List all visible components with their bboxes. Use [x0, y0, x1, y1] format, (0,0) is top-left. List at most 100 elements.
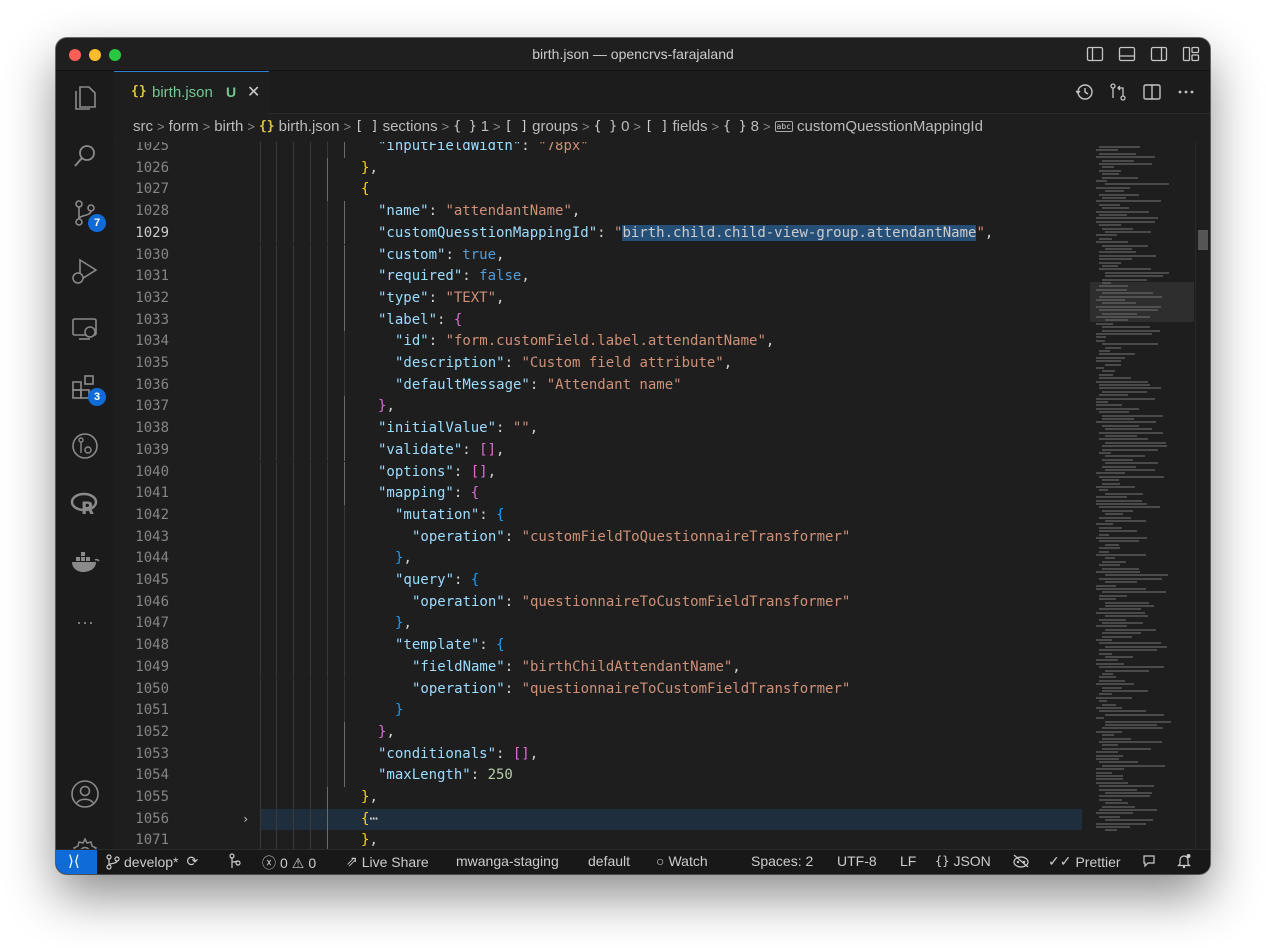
sync-icon[interactable]: ⟳ — [187, 853, 199, 870]
breadcrumb-label: 1 — [480, 118, 490, 135]
code-editor[interactable]: 1025 "inputFieldWidth": "78px" 1026}, 1027{… — [114, 142, 1082, 850]
breadcrumb-item[interactable]: {} birth.json — [259, 118, 340, 135]
vertical-scrollbar[interactable] — [1195, 142, 1210, 850]
toggle-secondary-sidebar-icon[interactable] — [1150, 45, 1168, 63]
code-line[interactable]: 1050 "operation": "questionnaireToCustomF… — [114, 678, 1082, 701]
code-line[interactable]: 1045 "query": { — [114, 570, 1082, 592]
remote-indicator[interactable]: ⟩⟨ — [56, 850, 97, 874]
close-tab-icon[interactable]: ✕ — [247, 82, 260, 102]
code-line[interactable]: 1037}, — [114, 396, 1082, 419]
docker-icon[interactable] — [70, 547, 100, 577]
code-line[interactable]: 1043 "operation": "customFieldToQuestionn… — [114, 526, 1082, 549]
indent-guide — [293, 656, 294, 679]
kube-namespace[interactable]: default — [588, 853, 630, 869]
code-line[interactable]: 1038 "initialValue": "", — [114, 418, 1082, 440]
language-mode[interactable]: {} JSON — [935, 853, 991, 869]
open-changes-icon[interactable] — [1108, 82, 1128, 102]
remote-explorer-icon[interactable] — [70, 314, 100, 344]
code-line[interactable]: 1026}, — [114, 157, 1082, 180]
symbol-icon: [ ] — [645, 119, 669, 134]
code-line[interactable]: 1052}, — [114, 721, 1082, 744]
branch-indicator[interactable]: develop* ⟳ — [106, 853, 198, 870]
code-token: : — [504, 528, 522, 545]
watch-button[interactable]: ○ Watch — [656, 853, 708, 869]
indent-guide — [293, 244, 294, 267]
code-line[interactable]: 1048 "template": { — [114, 635, 1082, 657]
tab-birth-json[interactable]: {} birth.json U ✕ — [114, 71, 269, 114]
code-line[interactable]: 1028 "name": "attendantName", — [114, 201, 1082, 223]
indentation-indicator[interactable]: Spaces: 2 — [751, 853, 813, 869]
explorer-icon[interactable] — [70, 83, 100, 113]
accounts-icon[interactable] — [70, 779, 100, 809]
minimap-line — [1102, 764, 1165, 767]
toggle-panel-icon[interactable] — [1118, 45, 1136, 63]
breadcrumb-item[interactable]: { } 0 — [594, 118, 630, 135]
indent-guide — [327, 830, 328, 850]
breadcrumb-item[interactable]: abc customQuesstionMappingId — [774, 118, 983, 135]
kube-context[interactable]: mwanga-staging — [456, 853, 559, 869]
code-line[interactable]: 1035 "description": "Custom field attribu… — [114, 353, 1082, 375]
minimap[interactable] — [1090, 142, 1194, 850]
breadcrumb-item[interactable]: { } 8 — [723, 118, 759, 135]
code-line[interactable]: 1044}, — [114, 548, 1082, 570]
scrollbar-thumb[interactable] — [1198, 230, 1208, 250]
code-line[interactable]: 1040 "options": [], — [114, 461, 1082, 484]
code-line[interactable]: 1032 "type": "TEXT", — [114, 287, 1082, 310]
run-debug-icon[interactable] — [70, 256, 100, 286]
code-line[interactable]: 1027 { — [114, 179, 1082, 202]
title-bar: birth.json — opencrvs-farajaland — [56, 38, 1210, 71]
code-line[interactable]: 1046 "operation": "questionnaireToCustomF… — [114, 591, 1082, 614]
search-icon[interactable] — [70, 141, 100, 171]
toggle-primary-sidebar-icon[interactable] — [1086, 45, 1104, 63]
breadcrumb-item[interactable]: { } 1 — [453, 118, 489, 135]
code-line[interactable]: 1034 "id": "form.customField.label.attend… — [114, 331, 1082, 353]
code-line[interactable]: 1033 "label": { — [114, 309, 1082, 332]
code-line[interactable]: 1047}, — [114, 613, 1082, 636]
more-actions-icon[interactable] — [1176, 82, 1196, 102]
r-language-icon[interactable]: R — [70, 489, 100, 519]
problems-indicator[interactable]: ⓧ 0 ⚠ 0 — [262, 853, 316, 873]
code-line[interactable]: 1051} — [114, 700, 1082, 722]
breadcrumb-item[interactable]: [ ] fields — [645, 118, 708, 135]
breadcrumb-item[interactable]: form — [169, 118, 199, 135]
code-text: }, — [395, 548, 412, 570]
breadcrumb-item[interactable]: birth — [214, 118, 243, 135]
minimap-line — [1096, 472, 1126, 475]
eol-indicator[interactable]: LF — [900, 853, 916, 869]
breadcrumb-item[interactable]: [ ] groups — [505, 118, 578, 135]
code-line[interactable]: 1039 "validate": [], — [114, 439, 1082, 462]
timeline-history-icon[interactable] — [1074, 82, 1094, 102]
live-share-button[interactable]: ⇗ Live Share — [346, 853, 429, 870]
code-line[interactable]: 1071}, — [114, 830, 1082, 850]
code-line[interactable]: 1036 "defaultMessage": "Attendant name" — [114, 374, 1082, 397]
code-line[interactable]: 1041 "mapping": { — [114, 483, 1082, 505]
code-line[interactable]: 1055}, — [114, 787, 1082, 809]
customize-layout-icon[interactable] — [1182, 45, 1200, 63]
breadcrumb-item[interactable]: src — [133, 118, 153, 135]
code-line[interactable]: 1049 "fieldName": "birthChildAttendantNam… — [114, 656, 1082, 679]
code-token: [] — [470, 463, 488, 480]
code-line[interactable]: 1029 "customQuesstionMappingId": "birth.c… — [114, 222, 1082, 245]
line-number: 1027 — [135, 181, 169, 198]
git-graph-status-icon[interactable] — [228, 853, 242, 869]
code-line[interactable]: 1031 "required": false, — [114, 266, 1082, 288]
code-line[interactable]: 1053 "conditionals": [], — [114, 743, 1082, 766]
more-views-icon[interactable]: ··· — [70, 607, 100, 637]
fold-chevron-icon[interactable]: › — [242, 809, 249, 831]
copilot-icon[interactable] — [1012, 853, 1030, 869]
feedback-icon[interactable] — [1142, 853, 1158, 869]
extensions-icon[interactable]: 3 — [70, 372, 106, 406]
code-line[interactable]: 1030 "custom": true, — [114, 244, 1082, 267]
breadcrumb-item[interactable]: [ ] sections — [355, 118, 438, 135]
code-line[interactable]: 1042 "mutation": { — [114, 504, 1082, 527]
notifications-bell-icon[interactable] — [1176, 853, 1192, 869]
minimap-line — [1096, 496, 1127, 499]
split-editor-icon[interactable] — [1142, 82, 1162, 102]
prettier-button[interactable]: ✓✓ Prettier — [1048, 853, 1121, 870]
code-line[interactable]: 1056 › {⋯ — [114, 808, 1082, 831]
encoding-indicator[interactable]: UTF-8 — [837, 853, 877, 869]
git-graph-icon[interactable] — [70, 431, 100, 461]
code-line[interactable]: 1054 "maxLength": 250 — [114, 765, 1082, 787]
code-line[interactable]: 1025 "inputFieldWidth": "78px" — [114, 142, 1082, 158]
source-control-icon[interactable]: 7 — [70, 198, 106, 232]
